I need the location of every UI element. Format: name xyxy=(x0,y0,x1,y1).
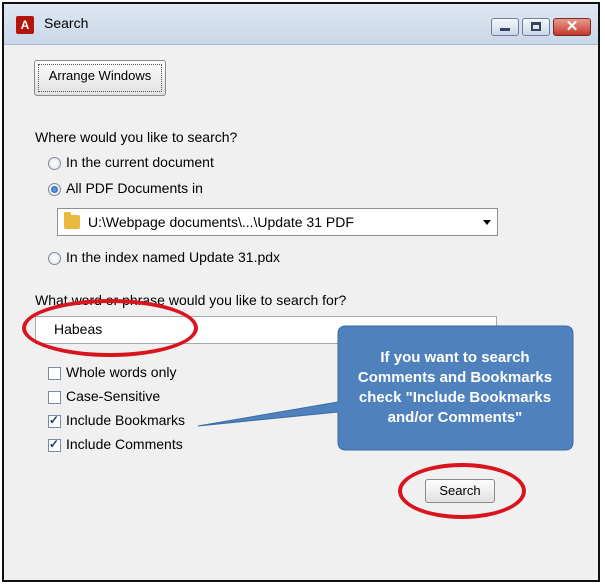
callout-text: If you want to search Comments and Bookm… xyxy=(357,349,553,426)
highlight-oval-search-button xyxy=(398,463,526,519)
highlight-oval-search-field xyxy=(22,299,198,357)
